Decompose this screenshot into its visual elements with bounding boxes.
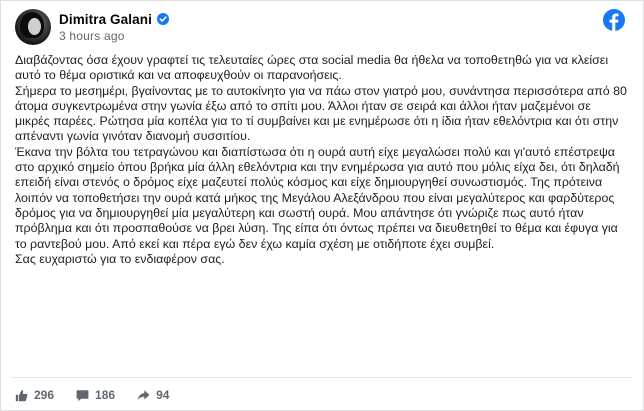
facebook-logo-icon[interactable] (603, 9, 625, 31)
post-paragraph: Διαβάζοντας όσα έχουν γραφτεί τις τελευτ… (15, 53, 609, 83)
share-arrow-icon (137, 389, 150, 400)
verified-badge-icon (156, 13, 169, 25)
like-count: 296 (34, 388, 55, 402)
share-count: 94 (156, 388, 170, 402)
post-timestamp[interactable]: 3 hours ago (59, 29, 125, 43)
post-paragraph: Σας ευχαριστώ για το ενδιαφέρον σας. (15, 251, 225, 266)
facebook-post-card: Dimitra Galani 3 hours ago Διαβάζοντας ό… (0, 0, 644, 411)
comment-icon (76, 389, 89, 401)
author-name-row: Dimitra Galani (59, 11, 169, 27)
like-button[interactable]: 296 (15, 388, 54, 402)
author-name[interactable]: Dimitra Galani (59, 12, 152, 27)
post-header: Dimitra Galani 3 hours ago (15, 9, 625, 45)
post-paragraph: Έκανα την βόλτα του τετραγώνου και διαπί… (15, 144, 620, 251)
post-paragraph: Σήμερα το μεσημέρι, βγαίνοντας με το αυτ… (15, 83, 627, 144)
avatar-face-shape (28, 18, 41, 35)
engagement-bar: 296 186 94 (15, 387, 191, 403)
post-body: Διαβάζοντας όσα έχουν γραφτεί τις τελευτ… (15, 53, 627, 267)
thumbs-up-icon (15, 389, 28, 401)
share-button[interactable]: 94 (137, 388, 169, 402)
author-avatar[interactable] (15, 9, 51, 45)
comment-count: 186 (95, 388, 116, 402)
actions-divider (11, 377, 633, 378)
comment-button[interactable]: 186 (76, 388, 115, 402)
